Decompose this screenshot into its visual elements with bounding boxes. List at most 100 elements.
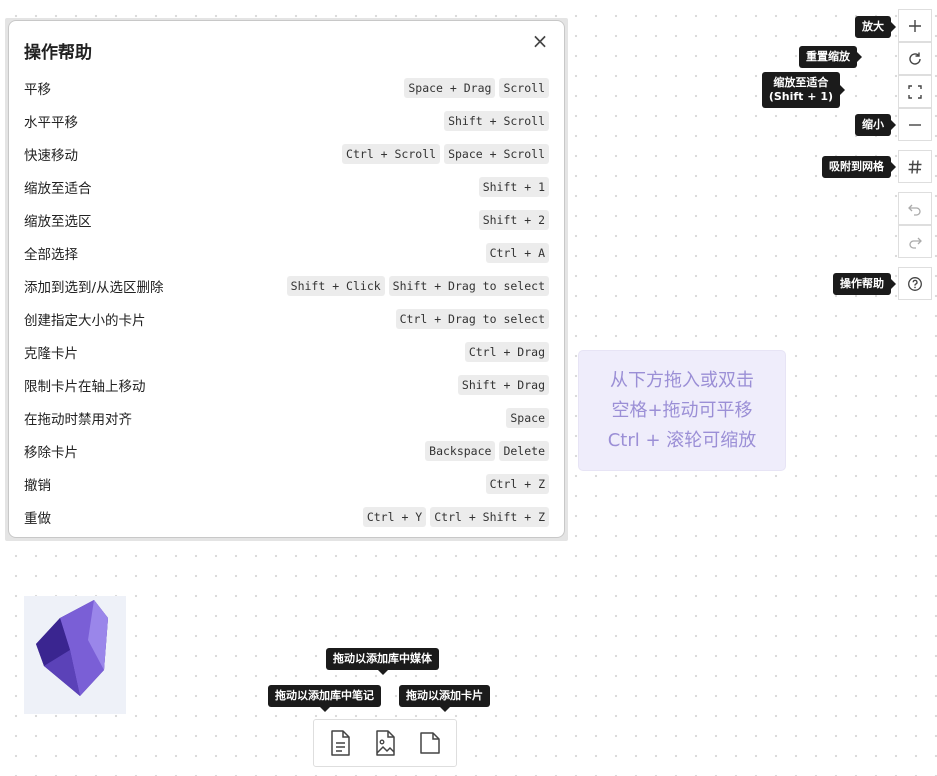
shortcut-list: 平移 Space + Drag Scroll 水平平移 Shift + Scroll 快速… (24, 71, 549, 533)
shortcut-label: 缩放至适合 (24, 180, 92, 197)
key-combo: Ctrl + Drag (464, 341, 549, 362)
shortcut-label: 限制卡片在轴上移动 (24, 378, 146, 395)
key-combo: Space + Scroll (444, 143, 549, 164)
key-combo: Scroll (499, 77, 549, 98)
shortcut-row: 移除卡片 Backspace Delete (24, 434, 549, 467)
card-tooltip: 拖动以添加卡片 (399, 685, 490, 712)
key-combo: Ctrl + Scroll (342, 143, 441, 164)
shortcut-keys: Backspace Delete (425, 440, 549, 461)
shortcut-keys: Ctrl + Drag to select (395, 308, 549, 329)
shortcut-label: 撤销 (24, 477, 51, 494)
canvas-hint: 从下方拖入或双击 空格+拖动可平移 Ctrl + 滚轮可缩放 (578, 350, 786, 471)
shortcut-keys: Shift + Drag (457, 374, 549, 395)
hint-line-pan: 空格+拖动可平移 (611, 399, 753, 421)
add-media-button[interactable] (370, 727, 400, 759)
card-icon (419, 732, 440, 754)
shortcut-row: 全部选择 Ctrl + A (24, 236, 549, 269)
shortcut-label: 克隆卡片 (24, 345, 78, 362)
minus-icon (909, 123, 921, 126)
key-combo: Ctrl + A (485, 242, 549, 263)
undo-button[interactable] (898, 192, 932, 225)
key-combo: Delete (499, 440, 549, 461)
redo-button[interactable] (898, 225, 932, 258)
shortcut-row: 缩放至选区 Shift + 2 (24, 203, 549, 236)
hint-line-zoom: Ctrl + 滚轮可缩放 (607, 429, 757, 451)
shortcut-keys: Ctrl + Y Ctrl + Shift + Z (362, 506, 549, 527)
key-combo: Shift + Scroll (444, 110, 549, 131)
zoom-out-tooltip: 缩小 (855, 114, 896, 136)
note-tooltip: 拖动以添加库中笔记 (268, 685, 381, 712)
help-title: 操作帮助 (24, 43, 92, 63)
refresh-icon (909, 52, 921, 65)
key-combo: Ctrl + Drag to select (395, 308, 549, 329)
shortcut-label: 缩放至选区 (24, 213, 92, 230)
zoom-fit-tooltip-line1: 缩放至适合 (773, 76, 829, 89)
shortcut-label: 全部选择 (24, 246, 78, 263)
shortcut-row: 创建指定大小的卡片 Ctrl + Drag to select (24, 302, 549, 335)
shortcut-keys: Ctrl + A (485, 242, 549, 263)
shortcut-row: 撤销 Ctrl + Z (24, 467, 549, 500)
shortcut-label: 在拖动时禁用对齐 (24, 411, 132, 428)
shortcut-label: 创建指定大小的卡片 (24, 312, 146, 329)
shortcut-keys: Shift + 2 (478, 209, 549, 230)
shortcut-keys: Space (506, 407, 549, 428)
key-combo: Space (506, 407, 549, 428)
shortcut-label: 平移 (24, 81, 51, 98)
key-combo: Ctrl + Z (485, 473, 549, 494)
snap-grid-button[interactable] (898, 150, 932, 183)
zoom-fit-tooltip-line2: (Shift + 1) (768, 90, 833, 103)
shortcut-label: 水平平移 (24, 114, 78, 131)
reset-zoom-button[interactable] (898, 42, 932, 75)
image-file-icon (376, 730, 395, 756)
shortcut-row: 缩放至适合 Shift + 1 (24, 170, 549, 203)
shortcut-label: 重做 (24, 510, 51, 527)
key-combo: Ctrl + Shift + Z (430, 506, 549, 527)
hint-line-drag: 从下方拖入或双击 (610, 369, 754, 391)
key-combo: Shift + Click (286, 275, 385, 296)
shortcut-row: 快速移动 Ctrl + Scroll Space + Scroll (24, 137, 549, 170)
help-circle-icon (908, 276, 922, 291)
key-combo: Shift + Drag (457, 374, 549, 395)
add-items-bar (313, 719, 457, 767)
undo-icon (908, 204, 921, 216)
close-icon[interactable]: × (530, 31, 550, 51)
shortcut-row: 在拖动时禁用对齐 Space (24, 401, 549, 434)
shortcut-keys: Ctrl + Z (485, 473, 549, 494)
help-panel: 操作帮助 × 平移 Space + Drag Scroll 水平平移 Shift + S… (8, 20, 565, 538)
help-tooltip: 操作帮助 (833, 273, 896, 295)
key-combo: Backspace (425, 440, 496, 461)
fit-screen-icon (908, 84, 922, 99)
zoom-out-button[interactable] (898, 108, 932, 141)
help-button[interactable] (898, 267, 932, 300)
add-note-button[interactable] (325, 727, 355, 759)
shortcut-keys: Ctrl + Scroll Space + Scroll (342, 143, 549, 164)
shortcut-row: 平移 Space + Drag Scroll (24, 71, 549, 104)
media-tooltip: 拖动以添加库中媒体 (326, 648, 439, 675)
shortcut-keys: Ctrl + Drag (464, 341, 549, 362)
zoom-in-tooltip: 放大 (855, 16, 896, 38)
shortcut-row: 克隆卡片 Ctrl + Drag (24, 335, 549, 368)
reset-zoom-tooltip: 重置缩放 (799, 46, 862, 68)
shortcut-row: 限制卡片在轴上移动 Shift + Drag (24, 368, 549, 401)
shortcut-keys: Shift + Scroll (444, 110, 549, 131)
obsidian-logo (24, 596, 126, 714)
hash-icon (908, 159, 922, 174)
shortcut-row: 重做 Ctrl + Y Ctrl + Shift + Z (24, 500, 549, 533)
shortcut-keys: Space + Drag Scroll (404, 77, 549, 98)
key-combo: Ctrl + Y (362, 506, 427, 527)
key-combo: Space + Drag (404, 77, 496, 98)
shortcut-label: 移除卡片 (24, 444, 78, 461)
document-text-icon (331, 730, 351, 756)
shortcut-label: 快速移动 (24, 147, 78, 164)
obsidian-gem-icon (36, 600, 108, 696)
shortcut-keys: Shift + 1 (478, 176, 549, 197)
shortcut-keys: Shift + Click Shift + Drag to select (286, 275, 549, 296)
key-combo: Shift + Drag to select (388, 275, 549, 296)
zoom-in-button[interactable] (898, 9, 932, 42)
plus-icon (909, 19, 921, 32)
zoom-fit-button[interactable] (898, 75, 932, 108)
key-combo: Shift + 1 (478, 176, 549, 197)
snap-grid-tooltip: 吸附到网格 (822, 156, 896, 178)
zoom-fit-tooltip: 缩放至适合 (Shift + 1) (761, 72, 846, 108)
add-card-button[interactable] (415, 727, 445, 759)
